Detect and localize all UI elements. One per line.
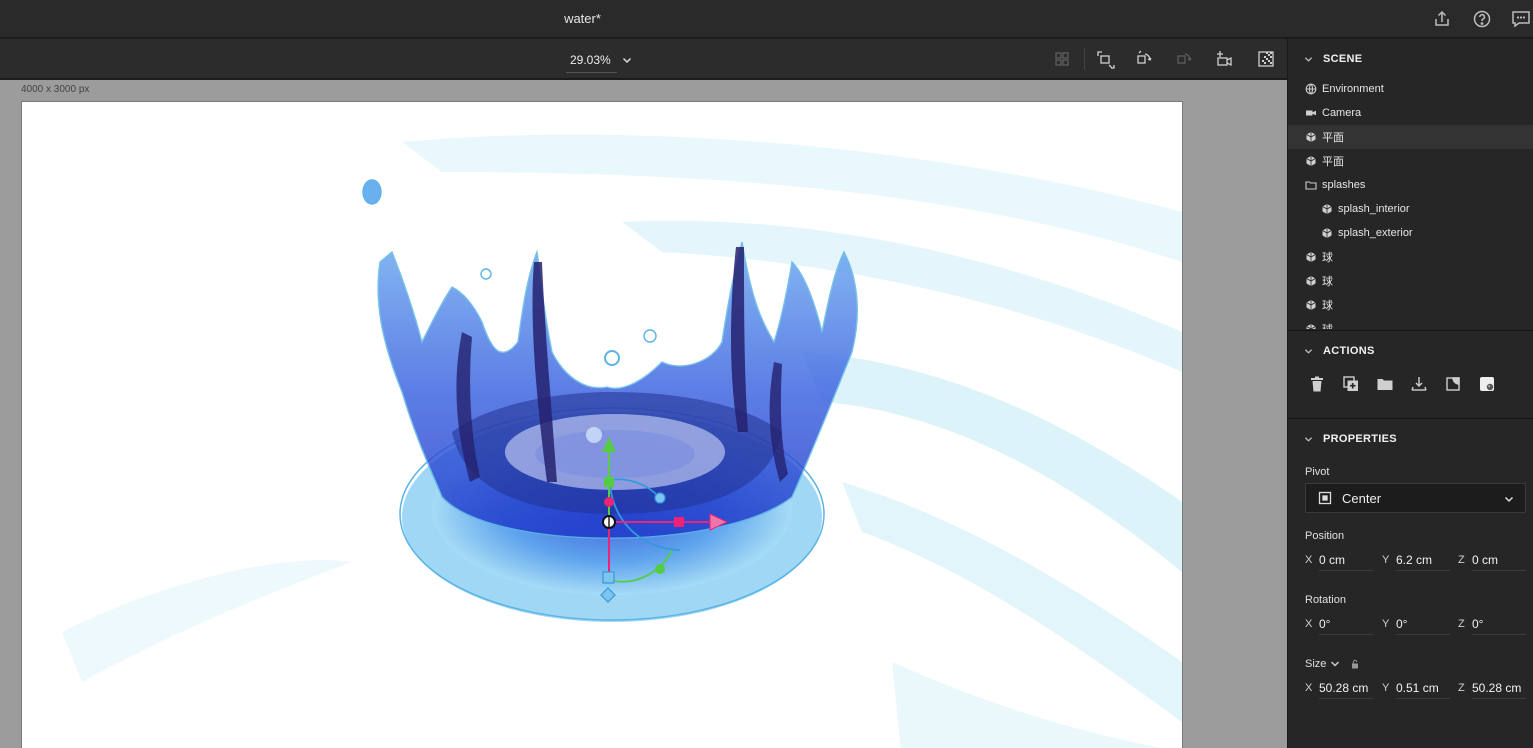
chevron-down-icon xyxy=(1304,56,1313,62)
actions-toolbar xyxy=(1308,375,1496,393)
chevron-down-icon xyxy=(1304,436,1313,442)
scene-item[interactable]: splash_interior xyxy=(1288,197,1533,221)
fit-selection-icon[interactable] xyxy=(1094,48,1116,70)
orbit-icon[interactable] xyxy=(1133,48,1155,70)
share-icon[interactable] xyxy=(1432,9,1452,29)
scene-item-label: Environment xyxy=(1322,83,1384,95)
render-preview-icon[interactable] xyxy=(1255,48,1277,70)
camera-add-icon[interactable] xyxy=(1213,48,1235,70)
chevron-down-icon xyxy=(1304,348,1313,354)
scene-item[interactable]: 球 xyxy=(1288,245,1533,269)
chevron-down-icon xyxy=(622,57,631,64)
scene-item[interactable]: splash_exterior xyxy=(1288,221,1533,245)
pan-icon[interactable] xyxy=(1173,48,1195,70)
pivot-value: Center xyxy=(1342,490,1382,506)
model-icon xyxy=(1305,275,1317,287)
title-bar: water* xyxy=(0,0,1533,38)
pivot-center-icon xyxy=(1318,491,1332,505)
rotation-label: Rotation xyxy=(1305,594,1346,606)
position-x-field[interactable]: X0 cm xyxy=(1305,549,1373,571)
rotation-x-field[interactable]: X 0° xyxy=(1305,613,1373,635)
app-window: water* 29.03% 4000 x 3000 px SCENE Envir… xyxy=(0,0,1533,748)
scene-item[interactable]: 球 xyxy=(1288,269,1533,293)
scene-item-label: 平面 xyxy=(1322,132,1344,144)
drop-to-ground-icon[interactable] xyxy=(1410,375,1428,393)
model-icon xyxy=(1305,155,1317,167)
scene-item-label: 球 xyxy=(1322,321,1333,329)
model-icon xyxy=(1305,251,1317,263)
zoom-dropdown[interactable]: 29.03% xyxy=(566,49,637,73)
delete-icon[interactable] xyxy=(1308,375,1326,393)
model-icon xyxy=(1321,203,1333,215)
scene-item[interactable]: 平面 xyxy=(1288,125,1533,149)
copy-icon[interactable] xyxy=(1444,375,1462,393)
size-header[interactable]: Size xyxy=(1305,658,1360,670)
folder-icon xyxy=(1305,179,1317,191)
environment-icon xyxy=(1305,83,1317,95)
rotation-y-field[interactable]: Y 0° xyxy=(1382,613,1450,635)
scene-item-label: splash_exterior xyxy=(1338,227,1413,239)
model-icon xyxy=(1305,299,1317,311)
size-z-field[interactable]: Z 50.28 cm xyxy=(1458,677,1526,699)
scene-item[interactable]: 平面 xyxy=(1288,149,1533,173)
scene-item-label: splashes xyxy=(1322,179,1366,191)
properties-section-header[interactable]: PROPERTIES xyxy=(1288,421,1533,457)
duplicate-icon[interactable] xyxy=(1342,375,1360,393)
scene-item[interactable]: 球 xyxy=(1288,317,1533,329)
document-title: water* xyxy=(564,11,601,26)
scene-item-label: 球 xyxy=(1322,252,1333,264)
position-y-field[interactable]: Y 6.2 cm xyxy=(1382,549,1450,571)
scene-item[interactable]: 球 xyxy=(1288,293,1533,317)
scene-item[interactable]: Environment xyxy=(1288,77,1533,101)
scene-item[interactable]: Camera xyxy=(1288,101,1533,125)
material-icon[interactable] xyxy=(1478,375,1496,393)
scene-item-label: 球 xyxy=(1322,300,1333,312)
model-icon xyxy=(1305,131,1317,143)
rotation-z-field[interactable]: Z 0° xyxy=(1458,613,1526,635)
scene-item-label: 平面 xyxy=(1322,156,1344,168)
position-label: Position xyxy=(1305,530,1345,542)
zoom-value: 29.03% xyxy=(570,53,611,67)
render-canvas[interactable] xyxy=(22,102,1182,748)
pivot-label: Pivot xyxy=(1305,466,1330,478)
scene-item-label: Camera xyxy=(1322,107,1362,119)
lock-icon[interactable] xyxy=(1350,659,1360,669)
group-icon[interactable] xyxy=(1376,375,1394,393)
scene-item-label: 球 xyxy=(1322,276,1333,288)
actions-section-header[interactable]: ACTIONS xyxy=(1288,333,1533,369)
model-icon xyxy=(1305,323,1317,329)
scene-item-label: splash_interior xyxy=(1338,203,1410,215)
chevron-down-icon xyxy=(1504,496,1514,503)
pivot-dropdown[interactable]: Center xyxy=(1305,483,1526,513)
document-size-label: 4000 x 3000 px xyxy=(21,84,90,95)
chevron-down-icon xyxy=(1331,661,1340,667)
right-panel: SCENE Environment Camera 平面 平面 splashes splas… xyxy=(1287,39,1533,748)
scene-section-header[interactable]: SCENE xyxy=(1288,41,1533,77)
scene-tree[interactable]: Environment Camera 平面 平面 splashes splash_inte… xyxy=(1288,77,1533,329)
scene-item[interactable]: splashes xyxy=(1288,173,1533,197)
help-icon[interactable] xyxy=(1472,9,1492,29)
camera-icon xyxy=(1305,107,1317,119)
size-x-field[interactable]: X 50.28 cm xyxy=(1305,677,1373,699)
viewport[interactable]: 4000 x 3000 px xyxy=(0,80,1287,748)
water-splash-scene xyxy=(22,102,1182,748)
model-icon xyxy=(1321,227,1333,239)
size-y-field[interactable]: Y 0.51 cm xyxy=(1382,677,1450,699)
viewport-toolbar: 29.03% xyxy=(0,39,1287,79)
position-z-field[interactable]: Z0 cm xyxy=(1458,549,1526,571)
frame-icon[interactable] xyxy=(1051,48,1073,70)
comments-icon[interactable] xyxy=(1510,9,1532,29)
